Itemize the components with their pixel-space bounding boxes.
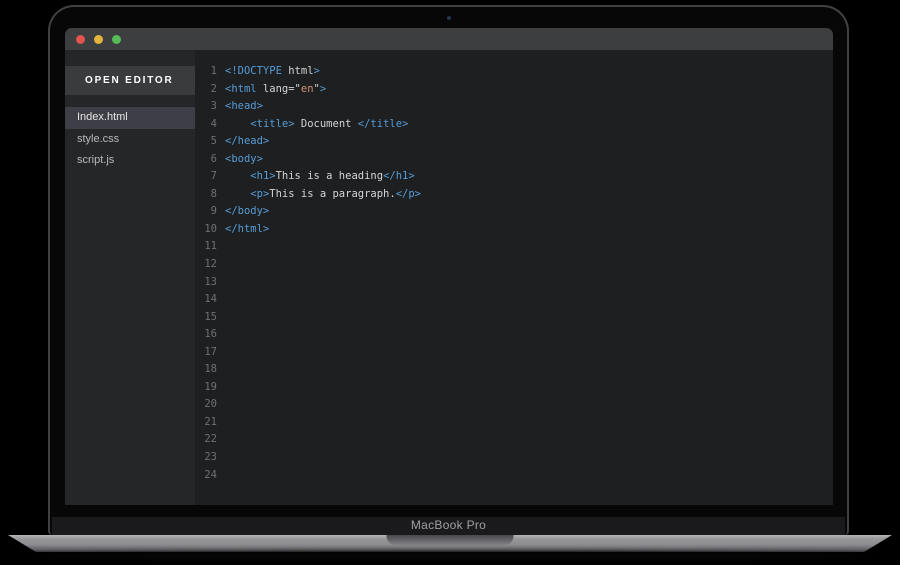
code-line-20[interactable]: 20 [195, 396, 833, 414]
line-number: 20 [195, 396, 217, 414]
line-number: 24 [195, 467, 217, 485]
code-line-24[interactable]: 24 [195, 467, 833, 485]
webcam-dot [447, 16, 451, 20]
line-number: 16 [195, 326, 217, 344]
code-line-3[interactable]: 3 <head> [195, 98, 833, 116]
line-number: 22 [195, 431, 217, 449]
file-list: Index.htmlstyle.cssscript.js [65, 107, 195, 172]
code-text: </head> [225, 133, 269, 151]
line-number: 8 [195, 186, 217, 204]
line-number: 23 [195, 449, 217, 467]
code-text: <h1>This is a heading</h1> [225, 168, 415, 186]
open-editor-header: OPEN EDITOR [65, 66, 195, 95]
code-text: <html lang="en"> [225, 81, 326, 99]
file-item-index.html[interactable]: Index.html [65, 107, 195, 129]
code-text: <body> [225, 151, 263, 169]
lid-notch [387, 535, 514, 545]
line-number: 11 [195, 238, 217, 256]
laptop-screen: OPEN EDITOR Index.htmlstyle.cssscript.js… [48, 5, 849, 535]
code-text: <p>This is a paragraph.</p> [225, 186, 421, 204]
code-text: </body> [225, 203, 269, 221]
code-text: <title> Document </title> [225, 116, 408, 134]
line-number: 18 [195, 361, 217, 379]
line-number: 14 [195, 291, 217, 309]
line-number: 2 [195, 81, 217, 99]
code-line-4[interactable]: 4 <title> Document </title> [195, 116, 833, 134]
window-titlebar[interactable] [65, 28, 833, 50]
line-number: 15 [195, 309, 217, 327]
code-line-11[interactable]: 11 [195, 238, 833, 256]
line-number: 12 [195, 256, 217, 274]
code-line-2[interactable]: 2 <html lang="en"> [195, 81, 833, 99]
file-item-script.js[interactable]: script.js [65, 150, 195, 172]
minimize-button[interactable] [94, 35, 103, 44]
maximize-button[interactable] [112, 35, 121, 44]
code-line-16[interactable]: 16 [195, 326, 833, 344]
macbook-pro-label: MacBook Pro [50, 518, 847, 532]
code-line-1[interactable]: 1 <!DOCTYPE html> [195, 63, 833, 81]
page-background: OPEN EDITOR Index.htmlstyle.cssscript.js… [0, 0, 900, 565]
editor-window: OPEN EDITOR Index.htmlstyle.cssscript.js… [65, 28, 833, 505]
line-number: 9 [195, 203, 217, 221]
line-number: 7 [195, 168, 217, 186]
line-number: 19 [195, 379, 217, 397]
code-line-12[interactable]: 12 [195, 256, 833, 274]
code-line-19[interactable]: 19 [195, 379, 833, 397]
window-body: OPEN EDITOR Index.htmlstyle.cssscript.js… [65, 50, 833, 505]
sidebar: OPEN EDITOR Index.htmlstyle.cssscript.js [65, 50, 195, 505]
code-line-17[interactable]: 17 [195, 344, 833, 362]
code-line-14[interactable]: 14 [195, 291, 833, 309]
close-button[interactable] [76, 35, 85, 44]
line-number: 4 [195, 116, 217, 134]
code-line-7[interactable]: 7 <h1>This is a heading</h1> [195, 168, 833, 186]
code-line-6[interactable]: 6 <body> [195, 151, 833, 169]
line-number: 10 [195, 221, 217, 239]
line-number: 5 [195, 133, 217, 151]
code-line-9[interactable]: 9 </body> [195, 203, 833, 221]
code-line-21[interactable]: 21 [195, 414, 833, 432]
code-line-10[interactable]: 10 </html> [195, 221, 833, 239]
line-number: 6 [195, 151, 217, 169]
code-line-23[interactable]: 23 [195, 449, 833, 467]
code-line-13[interactable]: 13 [195, 274, 833, 292]
line-number: 13 [195, 274, 217, 292]
code-line-18[interactable]: 18 [195, 361, 833, 379]
code-editor[interactable]: 1 <!DOCTYPE html> 2 <html lang="en"> 3 <head>… [195, 50, 833, 505]
line-number: 1 [195, 63, 217, 81]
line-number: 17 [195, 344, 217, 362]
code-line-22[interactable]: 22 [195, 431, 833, 449]
line-number: 3 [195, 98, 217, 116]
code-text: </html> [225, 221, 269, 239]
code-text: <head> [225, 98, 263, 116]
line-number: 21 [195, 414, 217, 432]
file-item-style.css[interactable]: style.css [65, 129, 195, 151]
code-line-15[interactable]: 15 [195, 309, 833, 327]
code-line-5[interactable]: 5 </head> [195, 133, 833, 151]
code-line-8[interactable]: 8 <p>This is a paragraph.</p> [195, 186, 833, 204]
laptop-shadow [30, 552, 870, 560]
code-text: <!DOCTYPE html> [225, 63, 320, 81]
laptop-base [8, 535, 892, 552]
